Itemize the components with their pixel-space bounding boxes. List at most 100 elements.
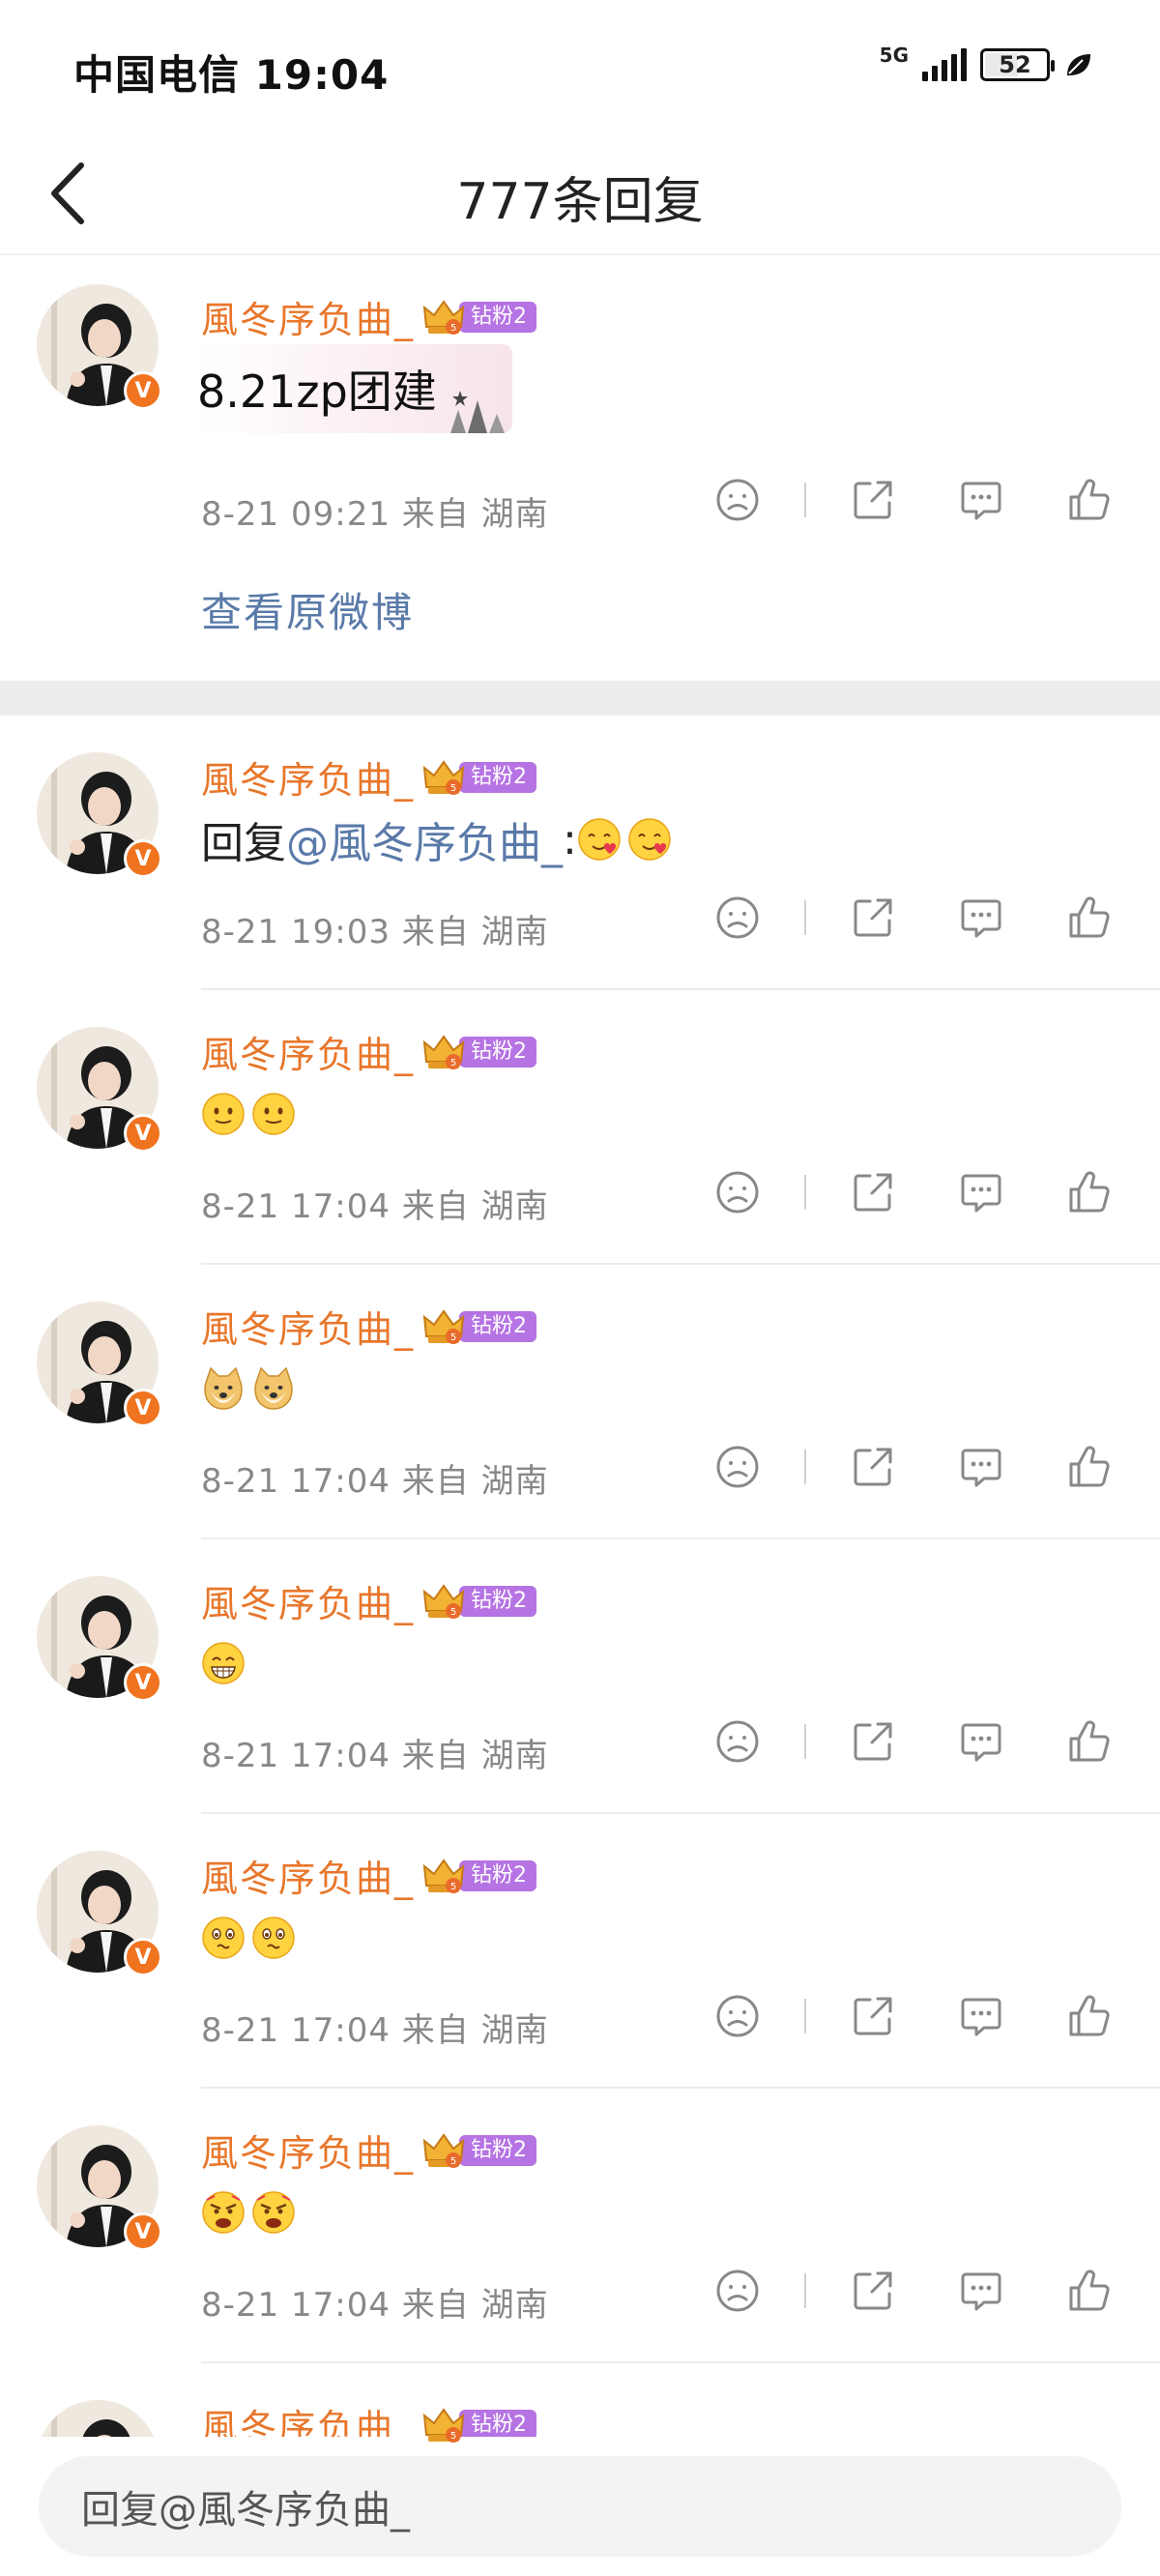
dislike-button[interactable] <box>713 1443 762 1491</box>
comment-actions <box>713 1717 1114 1766</box>
avatar[interactable]: V <box>37 752 162 878</box>
fan-badge[interactable]: 5 钻粉2 <box>420 1034 537 1070</box>
share-button[interactable] <box>849 476 897 524</box>
comment-button[interactable] <box>957 893 1005 942</box>
share-icon <box>854 1722 892 1761</box>
thumbs-up-icon <box>1069 896 1110 938</box>
username[interactable]: 風冬序负曲_ <box>201 1574 415 1627</box>
like-button[interactable] <box>1065 476 1114 524</box>
dislike-button[interactable] <box>713 1717 762 1766</box>
post-image-text: 8.21zp团建 <box>197 366 437 418</box>
reply-content <box>201 2185 302 2239</box>
fan-badge-label: 钻粉2 <box>459 1859 537 1891</box>
like-button[interactable] <box>1065 893 1114 942</box>
svg-text:5: 5 <box>450 1882 456 1892</box>
dislike-button[interactable] <box>713 1168 762 1216</box>
reply-item[interactable]: V 風冬序负曲_ 5 钻粉2 8-21 17:04 来自 湖南 <box>0 990 1160 1265</box>
status-bar: 中国电信 19:04 5G 52 <box>0 0 1160 135</box>
username[interactable]: 風冬序负曲_ <box>201 1849 415 1902</box>
doge-emoji <box>251 1366 296 1411</box>
username[interactable]: 風冬序负曲_ <box>201 290 415 343</box>
mention-link[interactable]: @風冬序负曲_ <box>286 808 563 870</box>
comment-actions <box>713 1168 1114 1216</box>
sad-face-icon <box>716 1995 759 2037</box>
username[interactable]: 風冬序负曲_ <box>201 750 415 804</box>
share-icon <box>854 1997 892 2035</box>
avatar[interactable]: V <box>37 1851 162 1976</box>
username[interactable]: 風冬序负曲_ <box>201 1300 415 1353</box>
svg-text:5: 5 <box>450 2431 456 2442</box>
verified-badge: V <box>124 1389 162 1427</box>
name-row: 風冬序负曲_ 5 钻粉2 <box>201 1025 537 1078</box>
signal-icon <box>922 48 967 81</box>
share-button[interactable] <box>849 2267 897 2315</box>
dislike-button[interactable] <box>713 1992 762 2040</box>
comment-time: 8-21 09:21 <box>201 495 391 534</box>
share-button[interactable] <box>849 1168 897 1216</box>
share-button[interactable] <box>849 1443 897 1491</box>
avatar[interactable]: V <box>37 284 162 410</box>
comment-button[interactable] <box>957 1168 1005 1216</box>
like-button[interactable] <box>1065 1717 1114 1766</box>
reply-item[interactable]: V 風冬序负曲_ 5 钻粉2 8-21 17:04 来自 湖南 <box>0 1265 1160 1539</box>
comment-source: 来自 湖南 <box>401 913 549 951</box>
name-row: 風冬序负曲_ 5 钻粉2 <box>201 1300 537 1353</box>
comment-icon <box>961 899 1001 938</box>
like-button[interactable] <box>1065 1992 1114 2040</box>
action-divider <box>804 1724 806 1759</box>
share-button[interactable] <box>849 1992 897 2040</box>
reply-content <box>201 1087 302 1141</box>
fan-badge-label: 钻粉2 <box>459 2134 537 2166</box>
verified-badge: V <box>124 1938 162 1976</box>
comment-icon <box>961 1174 1001 1213</box>
reply-item[interactable]: V 風冬序负曲_ 5 钻粉2 8-21 17:04 来自 湖南 <box>0 1539 1160 1814</box>
name-row: 風冬序负曲_ 5 钻粉2 <box>201 290 537 343</box>
comment-button[interactable] <box>957 1717 1005 1766</box>
crown-icon: 5 <box>422 1583 465 1619</box>
fan-badge[interactable]: 5 钻粉2 <box>420 1308 537 1345</box>
username[interactable]: 風冬序负曲_ <box>201 2123 415 2177</box>
post-image[interactable]: 8.21zp团建 <box>197 344 512 433</box>
comment-button[interactable] <box>957 1992 1005 2040</box>
reply-input[interactable]: 回复@風冬序负曲_ <box>39 2456 1121 2557</box>
reply-item[interactable]: V 風冬序负曲_ 5 钻粉2 8-21 17:04 来自 湖南 <box>0 1814 1160 2089</box>
reply-content <box>201 1636 251 1690</box>
view-original-link[interactable]: 查看原微博 <box>201 580 414 639</box>
shy-face-emoji <box>251 1916 296 1960</box>
avatar[interactable]: V <box>37 1027 162 1153</box>
fan-badge[interactable]: 5 钻粉2 <box>420 299 537 336</box>
comment-meta: 8-21 17:04 来自 湖南 <box>201 2278 549 2326</box>
dislike-button[interactable] <box>713 2267 762 2315</box>
avatar[interactable]: V <box>37 1302 162 1427</box>
reply-item[interactable]: V 風冬序负曲_ 5 钻粉2 8-21 17:04 来自 湖南 <box>0 2089 1160 2363</box>
comment-button[interactable] <box>957 1443 1005 1491</box>
shy-face-emoji <box>201 1916 246 1960</box>
comment-button[interactable] <box>957 476 1005 524</box>
reply-item[interactable]: V 風冬序负曲_ 5 钻粉2 回复 @風冬序负曲_:8-21 19:03 来自 湖南 <box>0 716 1160 990</box>
fan-badge[interactable]: 5 钻粉2 <box>420 1858 537 1894</box>
avatar[interactable]: V <box>37 1576 162 1702</box>
sad-face-icon <box>716 1446 759 1488</box>
avatar[interactable]: V <box>37 2125 162 2251</box>
dislike-button[interactable] <box>713 476 762 524</box>
fan-badge[interactable]: 5 钻粉2 <box>420 1583 537 1620</box>
share-button[interactable] <box>849 1717 897 1766</box>
fan-badge[interactable]: 5 钻粉2 <box>420 2132 537 2169</box>
comment-time: 8-21 17:04 <box>201 2286 391 2325</box>
comment-icon <box>961 1723 1001 1762</box>
action-divider <box>804 900 806 935</box>
comment-meta: 8-21 17:04 来自 湖南 <box>201 1729 549 1776</box>
share-button[interactable] <box>849 893 897 942</box>
like-button[interactable] <box>1065 2267 1114 2315</box>
comment-meta: 8-21 17:04 来自 湖南 <box>201 2004 549 2051</box>
dislike-button[interactable] <box>713 893 762 942</box>
svg-text:5: 5 <box>450 1607 456 1618</box>
comment-button[interactable] <box>957 2267 1005 2315</box>
like-button[interactable] <box>1065 1443 1114 1491</box>
fan-badge[interactable]: 5 钻粉2 <box>420 759 537 796</box>
reply-bar: 回复@風冬序负曲_ <box>0 2437 1160 2576</box>
name-row: 風冬序负曲_ 5 钻粉2 <box>201 2123 537 2177</box>
svg-text:5: 5 <box>450 1332 456 1343</box>
username[interactable]: 風冬序负曲_ <box>201 1025 415 1078</box>
like-button[interactable] <box>1065 1168 1114 1216</box>
